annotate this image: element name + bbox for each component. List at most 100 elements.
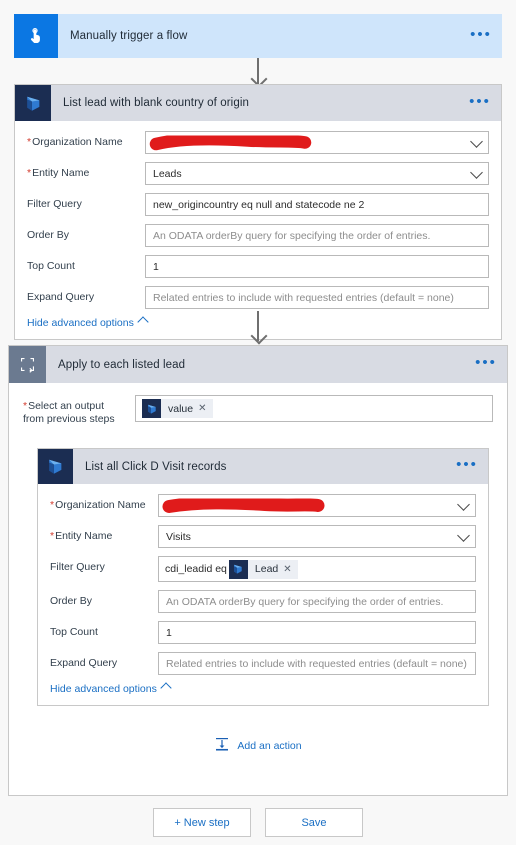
add-an-action-label: Add an action xyxy=(237,739,302,752)
field-row-top-count: Top Count 1 xyxy=(50,621,476,645)
field-row-filter-query: Filter Query cdi_leadid eq Lead ✕ xyxy=(50,556,476,583)
input-organization-name[interactable] xyxy=(145,131,489,154)
add-an-action-button[interactable]: Add an action xyxy=(23,736,493,755)
field-row-expand-query: Expand Query Related entries to include … xyxy=(27,286,489,309)
insert-action-icon xyxy=(214,736,230,755)
field-row-organization-name: *Organization Name xyxy=(27,131,489,154)
label-entity-name: *Entity Name xyxy=(27,167,90,179)
label-expand-query: Expand Query xyxy=(50,657,118,670)
input-filter-query[interactable]: cdi_leadid eq Lead ✕ xyxy=(158,556,476,583)
top-count-value: 1 xyxy=(166,626,172,639)
close-icon[interactable]: ✕ xyxy=(283,564,297,575)
list-lead-card-body: *Organization Name *Entity Name Leads Fi… xyxy=(15,121,501,339)
field-row-filter-query: Filter Query new_origincountry eq null a… xyxy=(27,193,489,216)
field-row-expand-query: Expand Query Related entries to include … xyxy=(50,652,476,676)
list-lead-card-header[interactable]: List lead with blank country of origin •… xyxy=(15,85,501,121)
footer-actions: + New step Save xyxy=(0,808,516,837)
apply-to-each-body: *Select an output from previous steps va… xyxy=(9,383,507,795)
entity-name-value: Visits xyxy=(166,530,191,543)
list-lead-title: List lead with blank country of origin xyxy=(63,97,249,109)
redaction-mark xyxy=(149,135,312,150)
order-by-placeholder: An ODATA orderBy query for specifying th… xyxy=(153,229,431,242)
dynamics365-icon xyxy=(228,559,248,579)
list-visits-title: List all Click D Visit records xyxy=(85,460,227,473)
label-entity-name: *Entity Name xyxy=(50,530,113,543)
top-count-value: 1 xyxy=(153,260,159,273)
label-organization-name: *Organization Name xyxy=(50,499,146,512)
touch-trigger-icon xyxy=(14,14,58,58)
expand-query-placeholder: Related entries to include with requeste… xyxy=(153,291,454,304)
dynamics365-icon xyxy=(142,399,161,418)
expand-query-placeholder: Related entries to include with requeste… xyxy=(166,657,467,670)
dynamics365-icon xyxy=(38,449,73,485)
entity-name-value: Leads xyxy=(153,167,182,180)
loop-foreach-icon xyxy=(9,346,46,383)
input-organization-name[interactable] xyxy=(158,494,476,518)
hide-advanced-options-toggle[interactable]: Hide advanced options xyxy=(50,682,476,696)
field-row-organization-name: *Organization Name xyxy=(50,494,476,518)
trigger-card-header[interactable]: Manually trigger a flow ••• xyxy=(14,14,502,58)
apply-to-each-title: Apply to each listed lead xyxy=(58,358,186,371)
hide-advanced-options-label: Hide advanced options xyxy=(27,317,134,329)
label-filter-query: Filter Query xyxy=(50,561,105,574)
label-select-output: *Select an output from previous steps xyxy=(23,400,115,426)
input-expand-query[interactable]: Related entries to include with requeste… xyxy=(158,652,476,676)
chevron-up-icon xyxy=(160,682,172,694)
label-order-by: Order By xyxy=(50,595,93,608)
apply-to-each-header[interactable]: Apply to each listed lead ••• xyxy=(9,346,507,383)
chevron-up-icon xyxy=(137,316,149,328)
token-chip-lead[interactable]: Lead ✕ xyxy=(228,559,298,579)
input-order-by[interactable]: An ODATA orderBy query for specifying th… xyxy=(158,590,476,614)
input-order-by[interactable]: An ODATA orderBy query for specifying th… xyxy=(145,224,489,247)
filter-query-value: new_origincountry eq null and statecode … xyxy=(153,198,365,211)
list-visits-overflow-menu[interactable]: ••• xyxy=(446,449,488,484)
label-expand-query: Expand Query xyxy=(27,291,95,303)
input-entity-name[interactable]: Leads xyxy=(145,162,489,185)
dynamics365-icon xyxy=(15,85,51,121)
flow-designer-canvas: Manually trigger a flow ••• List lead wi… xyxy=(0,0,516,845)
required-asterisk: * xyxy=(27,136,32,148)
trigger-card[interactable]: Manually trigger a flow ••• xyxy=(14,14,502,58)
label-filter-query: Filter Query xyxy=(27,198,82,210)
field-row-select-output: *Select an output from previous steps va… xyxy=(23,395,493,426)
field-row-entity-name: *Entity Name Leads xyxy=(27,162,489,185)
chevron-down-icon[interactable] xyxy=(457,528,470,542)
chevron-down-icon[interactable] xyxy=(457,497,470,511)
label-organization-name: *Organization Name xyxy=(27,136,123,148)
input-entity-name[interactable]: Visits xyxy=(158,525,476,549)
connector-list-lead-to-loop xyxy=(257,311,259,341)
save-button[interactable]: Save xyxy=(265,808,363,837)
connector-trigger-to-list-lead xyxy=(257,58,259,84)
apply-to-each-overflow-menu[interactable]: ••• xyxy=(465,346,507,383)
label-top-count: Top Count xyxy=(50,626,98,639)
input-expand-query[interactable]: Related entries to include with requeste… xyxy=(145,286,489,309)
field-row-top-count: Top Count 1 xyxy=(27,255,489,278)
trigger-overflow-menu[interactable]: ••• xyxy=(460,14,502,58)
list-lead-overflow-menu[interactable]: ••• xyxy=(459,85,501,121)
trigger-title: Manually trigger a flow xyxy=(70,30,188,42)
apply-to-each-card[interactable]: Apply to each listed lead ••• *Select an… xyxy=(8,345,508,797)
order-by-placeholder: An ODATA orderBy query for specifying th… xyxy=(166,595,444,608)
token-chip-label: Lead xyxy=(254,563,279,576)
chevron-down-icon[interactable] xyxy=(470,165,483,179)
list-visits-card-header[interactable]: List all Click D Visit records ••• xyxy=(38,449,488,485)
input-select-output[interactable]: value ✕ xyxy=(135,395,493,422)
label-order-by: Order By xyxy=(27,229,70,241)
hide-advanced-options-label: Hide advanced options xyxy=(50,683,157,696)
token-chip-value[interactable]: value ✕ xyxy=(142,399,213,418)
field-row-order-by: Order By An ODATA orderBy query for spec… xyxy=(27,224,489,247)
label-top-count: Top Count xyxy=(27,260,75,272)
input-filter-query[interactable]: new_origincountry eq null and statecode … xyxy=(145,193,489,216)
field-row-entity-name: *Entity Name Visits xyxy=(50,525,476,549)
list-lead-card[interactable]: List lead with blank country of origin •… xyxy=(14,84,502,340)
close-icon[interactable]: ✕ xyxy=(198,403,212,414)
chevron-down-icon[interactable] xyxy=(470,134,483,148)
input-top-count[interactable]: 1 xyxy=(158,621,476,645)
list-visits-card-body: *Organization Name *Entity Name Visits F… xyxy=(38,484,488,705)
input-top-count[interactable]: 1 xyxy=(145,255,489,278)
token-chip-label: value xyxy=(168,402,194,415)
list-visits-card[interactable]: List all Click D Visit records ••• *Orga… xyxy=(37,448,489,707)
field-row-order-by: Order By An ODATA orderBy query for spec… xyxy=(50,590,476,614)
filter-query-value: cdi_leadid eq xyxy=(165,563,227,576)
new-step-button[interactable]: + New step xyxy=(153,808,251,837)
